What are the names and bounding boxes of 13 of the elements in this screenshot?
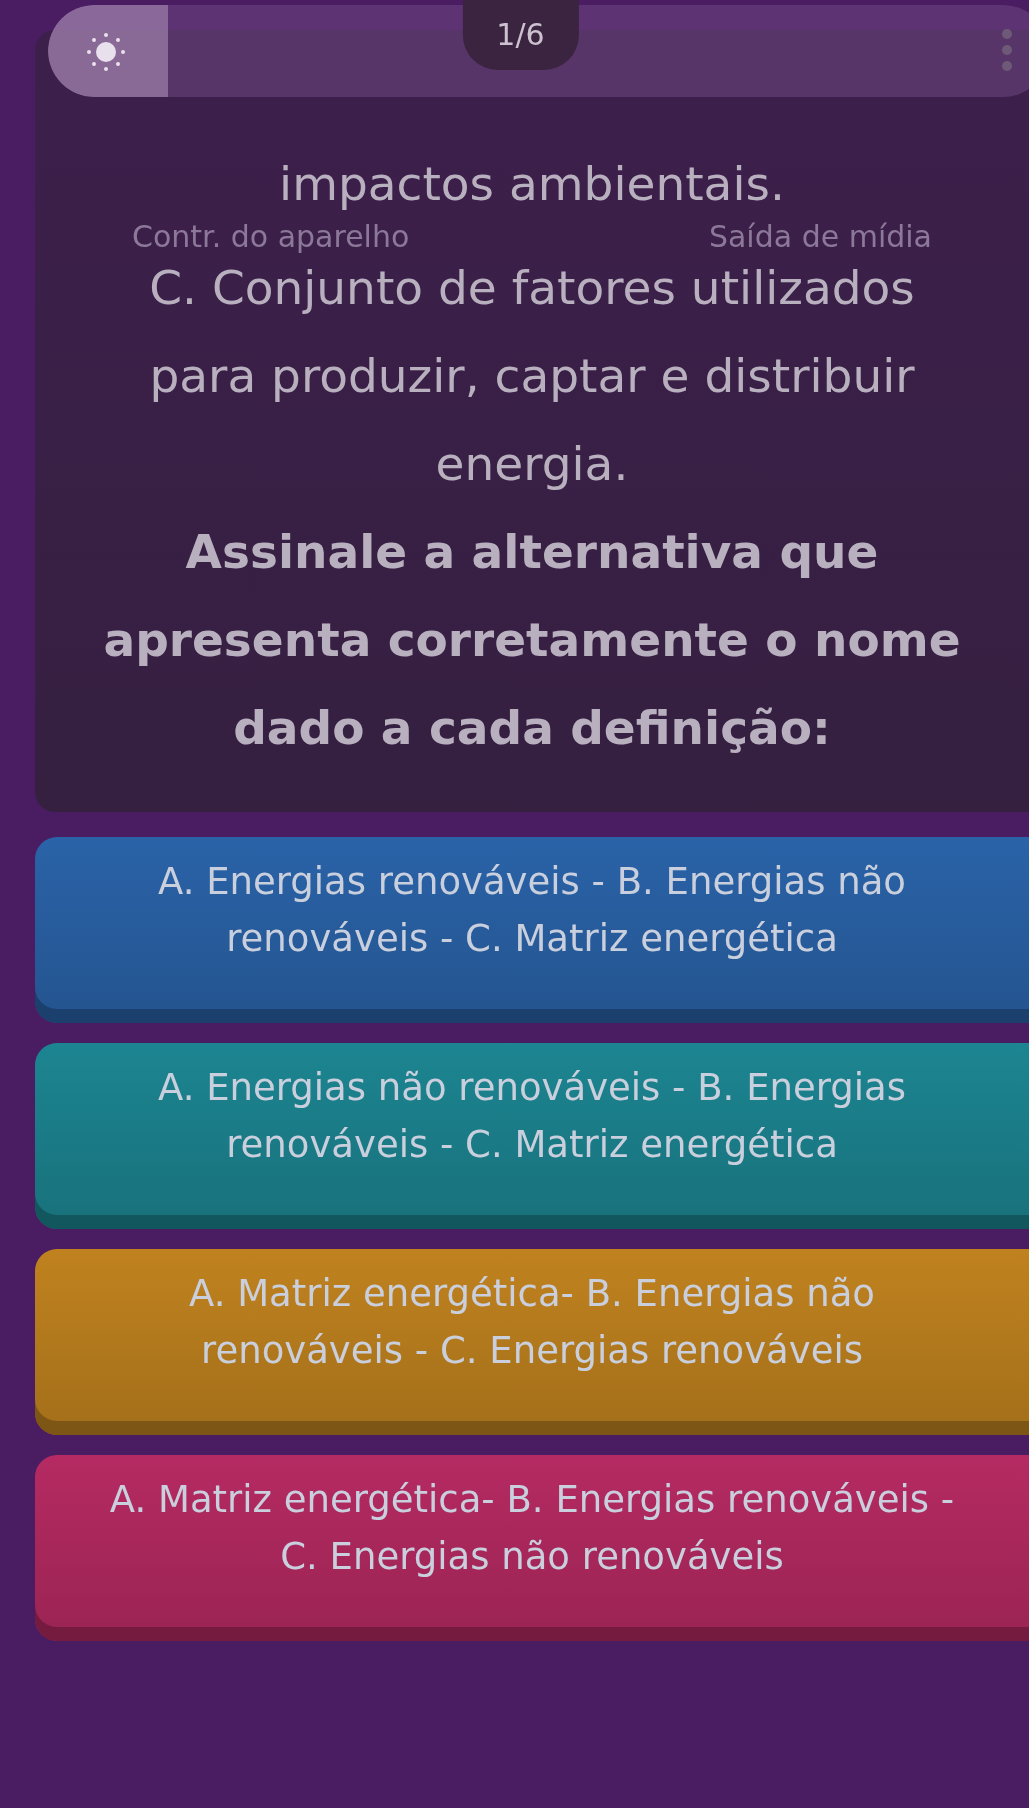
- shade-label: Saída de mídia: [708, 220, 932, 254]
- question-prompt: Assinale a alternativa que apresenta corretamente o nome dado a cada definição:: [102, 523, 962, 757]
- answer-option[interactable]: A. Energias renováveis - B. Energias não renováveis - C. Matriz energética: [35, 837, 1029, 1023]
- answer-option[interactable]: A. Matriz energética- B. Energias renováveis - C. Energias não renováveis: [35, 1455, 1029, 1641]
- question-text: C. Conjunto de fatores utilizados para produzir, captar e distribuir energia.: [148, 259, 916, 493]
- shade-label: Contr. do aparelho: [132, 220, 410, 254]
- question-counter: 1/6: [462, 0, 579, 70]
- answer-option[interactable]: A. Matriz energética- B. Energias não renováveis - C. Energias renováveis: [35, 1249, 1029, 1435]
- answer-option[interactable]: A. Energias não renováveis - B. Energias renováveis - C. Matriz energética: [35, 1043, 1029, 1229]
- question-text: impactos ambientais.: [279, 155, 785, 213]
- sun-icon: [86, 32, 126, 72]
- brightness-slider[interactable]: [48, 5, 1029, 97]
- more-icon[interactable]: [1001, 28, 1013, 72]
